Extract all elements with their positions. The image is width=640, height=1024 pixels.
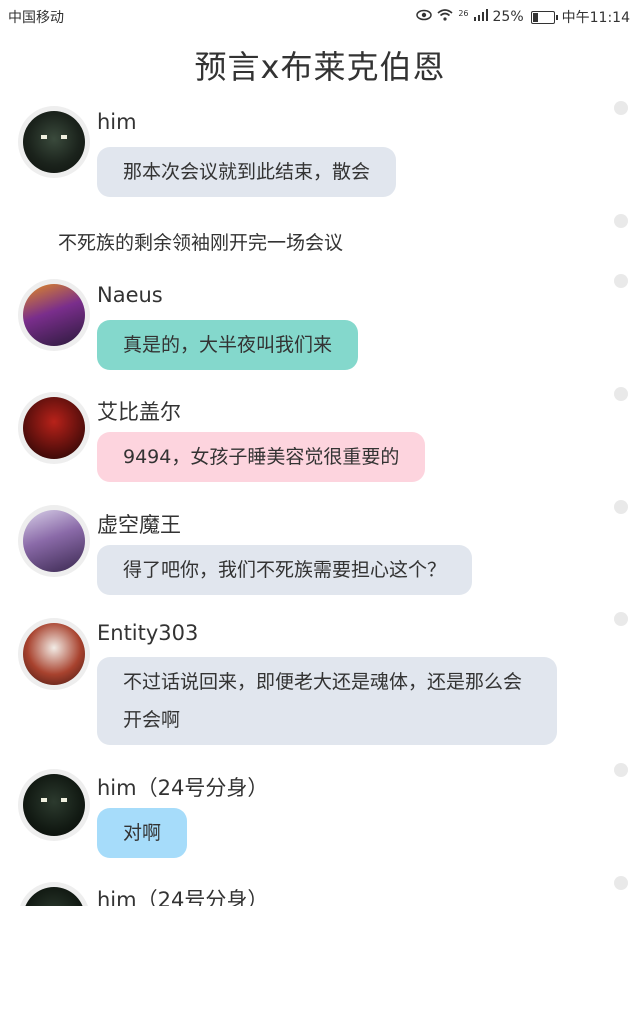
message-bubble[interactable]: 9494，女孩子睡美容觉很重要的 — [97, 432, 426, 482]
battery-percent: 25% — [492, 9, 524, 25]
battery-icon — [530, 10, 558, 24]
sender-name: him — [97, 110, 137, 134]
wifi-icon — [437, 9, 453, 25]
sender-name: 虚空魔王 — [97, 513, 181, 537]
scroll-dot[interactable] — [614, 101, 628, 115]
scroll-dot[interactable] — [614, 274, 628, 288]
avatar[interactable] — [18, 392, 90, 464]
sender-name: him（24号分身） — [97, 776, 269, 800]
carrier-label: 中国移动 — [8, 10, 64, 26]
message-bubble[interactable]: 那本次会议就到此结束，散会 — [97, 147, 397, 197]
message-bubble[interactable]: 对啊 — [97, 808, 188, 858]
scroll-dot[interactable] — [614, 876, 628, 890]
page-title: 预言x布莱克伯恩 — [194, 48, 446, 86]
scroll-dot[interactable] — [614, 763, 628, 777]
status-icons: 26 25% 中午11:14 — [416, 7, 630, 27]
eye-icon — [416, 9, 433, 25]
message-bubble[interactable]: 真是的，大半夜叫我们来 — [97, 320, 359, 370]
avatar[interactable] — [18, 279, 90, 351]
scroll-indicator[interactable] — [614, 0, 630, 1024]
sender-name: Naeus — [97, 283, 163, 307]
sender-name: Entity303 — [97, 621, 199, 645]
chat-log[interactable]: him 那本次会议就到此结束，散会 不死族的剩余领袖刚开完一场会议 Naeus … — [0, 100, 600, 906]
scroll-dot[interactable] — [614, 214, 628, 228]
message-bubble[interactable]: 得了吧你，我们不死族需要担心这个？ — [97, 545, 473, 595]
scroll-dot[interactable] — [614, 500, 628, 514]
signal-icon: 26 — [458, 8, 469, 18]
avatar[interactable] — [18, 882, 90, 906]
avatar[interactable] — [18, 106, 90, 178]
signal-bars-icon — [473, 9, 488, 25]
avatar[interactable] — [18, 618, 90, 690]
status-bar: 中国移动 26 25% 中午11:14 — [0, 0, 640, 30]
sender-name: 艾比盖尔 — [97, 400, 181, 424]
avatar[interactable] — [18, 505, 90, 577]
scroll-dot[interactable] — [614, 387, 628, 401]
sender-name: him（24号分身） — [97, 888, 269, 906]
avatar[interactable] — [18, 769, 90, 841]
narration-text: 不死族的剩余领袖刚开完一场会议 — [58, 232, 344, 254]
message-bubble[interactable]: 不过话说回来，即便老大还是魂体，还是那么会开会啊 — [97, 657, 557, 745]
scroll-dot[interactable] — [614, 612, 628, 626]
battery-fill — [532, 12, 538, 22]
